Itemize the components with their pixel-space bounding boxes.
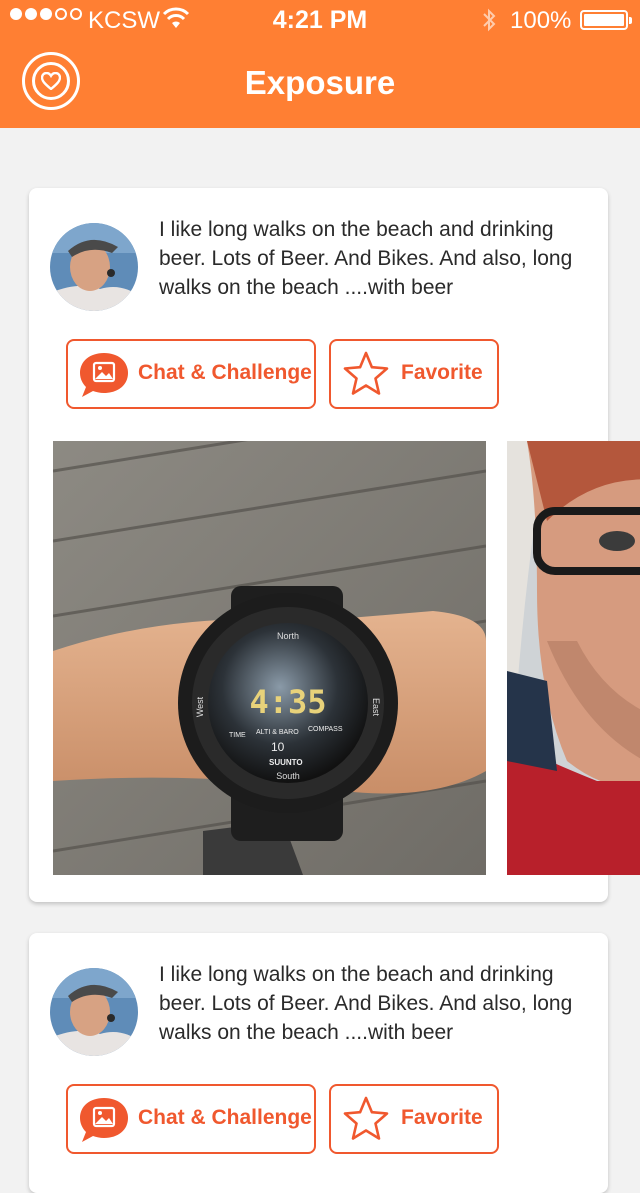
- watch-south: South: [276, 771, 300, 781]
- app-header: KCSW 4:21 PM 100% Exposure: [0, 0, 640, 128]
- user-bio: I like long walks on the beach and drink…: [159, 218, 573, 299]
- favorite-button[interactable]: Favorite: [329, 1084, 499, 1154]
- watch-east: East: [371, 698, 381, 717]
- photo-watch[interactable]: North West East South 4:35 TIME ALTI & B…: [53, 441, 486, 875]
- star-icon: [343, 1096, 389, 1140]
- watch-time: 4:35: [249, 683, 326, 721]
- watch-mode-time: TIME: [229, 732, 246, 739]
- chat-photo-icon: [80, 1098, 128, 1142]
- chat-challenge-label: Chat & Challenge: [138, 1106, 312, 1129]
- watch-mode-alti: ALTI & BARO: [256, 729, 299, 736]
- watch-mode-compass: COMPASS: [308, 726, 343, 733]
- favorite-label: Favorite: [401, 1106, 483, 1129]
- chat-photo-icon: [80, 353, 128, 397]
- battery-icon: [580, 10, 632, 30]
- battery-percent: 100%: [510, 7, 572, 34]
- watch-west: West: [195, 696, 205, 717]
- watch-value: 10: [271, 740, 285, 754]
- chat-challenge-button[interactable]: Chat & Challenge: [66, 1084, 316, 1154]
- status-bar: KCSW 4:21 PM 100%: [0, 0, 640, 40]
- watch-brand: SUUNTO: [269, 758, 303, 767]
- chat-challenge-label: Chat & Challenge: [138, 361, 312, 384]
- star-icon: [343, 351, 389, 395]
- profile-card: I like long walks on the beach and drink…: [29, 188, 640, 902]
- photo-selfie[interactable]: [507, 441, 640, 875]
- user-bio: I like long walks on the beach and drink…: [159, 963, 573, 1044]
- favorite-button[interactable]: Favorite: [329, 339, 499, 409]
- user-avatar[interactable]: [50, 968, 138, 1056]
- photo-carousel[interactable]: North West East South 4:35 TIME ALTI & B…: [53, 441, 640, 875]
- user-avatar[interactable]: [50, 223, 138, 311]
- watch-north: North: [277, 631, 299, 641]
- page-title: Exposure: [244, 64, 396, 101]
- chat-challenge-button[interactable]: Chat & Challenge: [66, 339, 316, 409]
- bluetooth-icon: [483, 8, 496, 32]
- profile-card: I like long walks on the beach and drink…: [29, 933, 608, 1193]
- favorite-label: Favorite: [401, 361, 483, 384]
